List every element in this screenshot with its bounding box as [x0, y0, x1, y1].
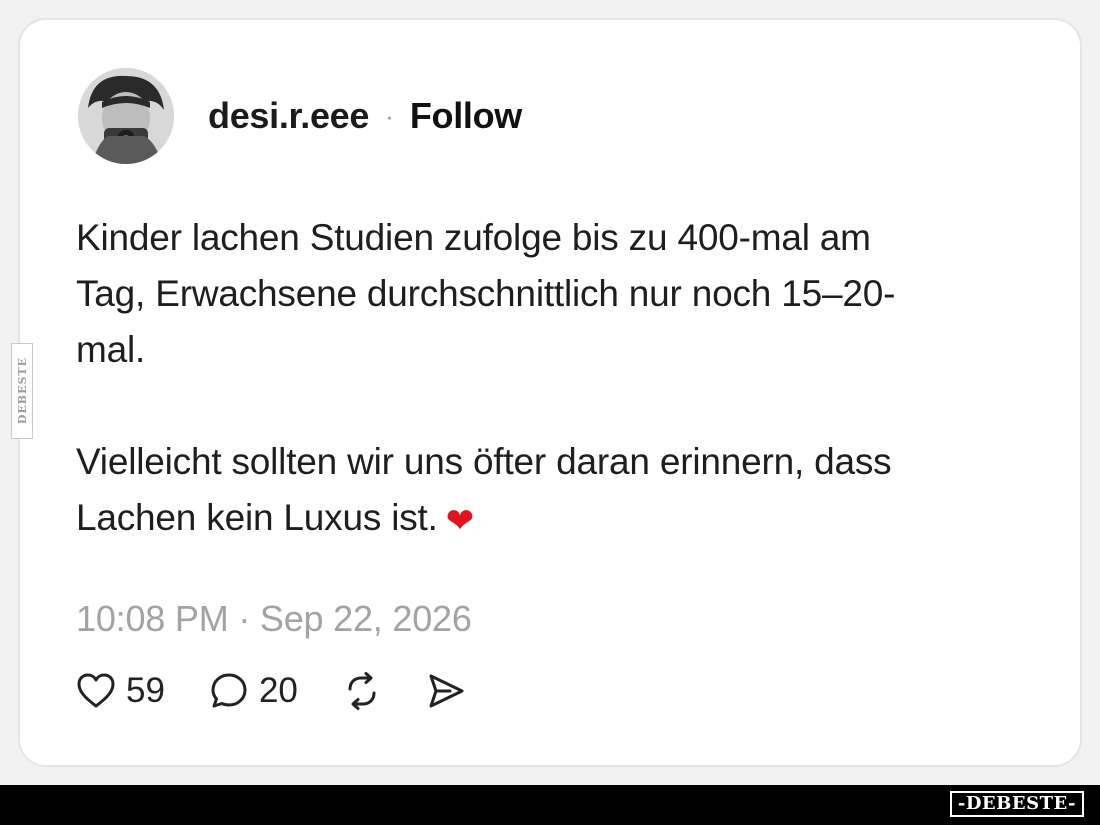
post-paragraph-1: Kinder lachen Studien zufolge bis zu 400… [76, 210, 996, 378]
page: desi.r.eee · Follow Kinder lachen Studie… [0, 0, 1100, 825]
speech-bubble-icon [211, 673, 247, 708]
text-line: Lachen kein Luxus ist. [76, 497, 438, 538]
follow-button[interactable]: Follow [410, 95, 522, 137]
heart-outline-icon [77, 673, 115, 708]
reply-button[interactable]: 20 [209, 671, 298, 711]
post-paragraph-2: Vielleicht sollten wir uns öfter daran e… [76, 434, 996, 547]
avatar-photo-icon [78, 68, 174, 164]
text-line: mal. [76, 329, 146, 370]
like-count: 59 [126, 671, 165, 710]
debeste-logo: -DEBESTE- [949, 791, 1084, 817]
avatar[interactable] [78, 68, 174, 164]
post-header: desi.r.eee · Follow [78, 68, 522, 164]
text-line: Kinder lachen Studien zufolge bis zu 400… [76, 217, 871, 258]
username[interactable]: desi.r.eee [208, 95, 369, 137]
post-card: desi.r.eee · Follow Kinder lachen Studie… [18, 18, 1082, 767]
post-text: Kinder lachen Studien zufolge bis zu 400… [76, 210, 996, 547]
share-button[interactable] [426, 671, 466, 711]
red-heart-emoji-icon: ❤ [445, 502, 475, 540]
side-watermark-text: DEBESTE [15, 357, 29, 425]
text-line: Tag, Erwachsene durchschnittlich nur noc… [76, 273, 896, 314]
action-bar: 59 20 [76, 666, 510, 716]
like-button[interactable]: 59 [76, 671, 165, 711]
side-watermark: DEBESTE [11, 343, 33, 439]
repost-icon [348, 672, 376, 710]
post-timestamp[interactable]: 10:08 PM · Sep 22, 2026 [76, 598, 472, 640]
repost-button[interactable] [342, 671, 382, 711]
text-line: Vielleicht sollten wir uns öfter daran e… [76, 441, 892, 482]
reply-count: 20 [258, 671, 298, 710]
footer-bar: -DEBESTE- [0, 785, 1100, 825]
separator-dot: · [385, 100, 394, 131]
send-icon [429, 674, 464, 708]
